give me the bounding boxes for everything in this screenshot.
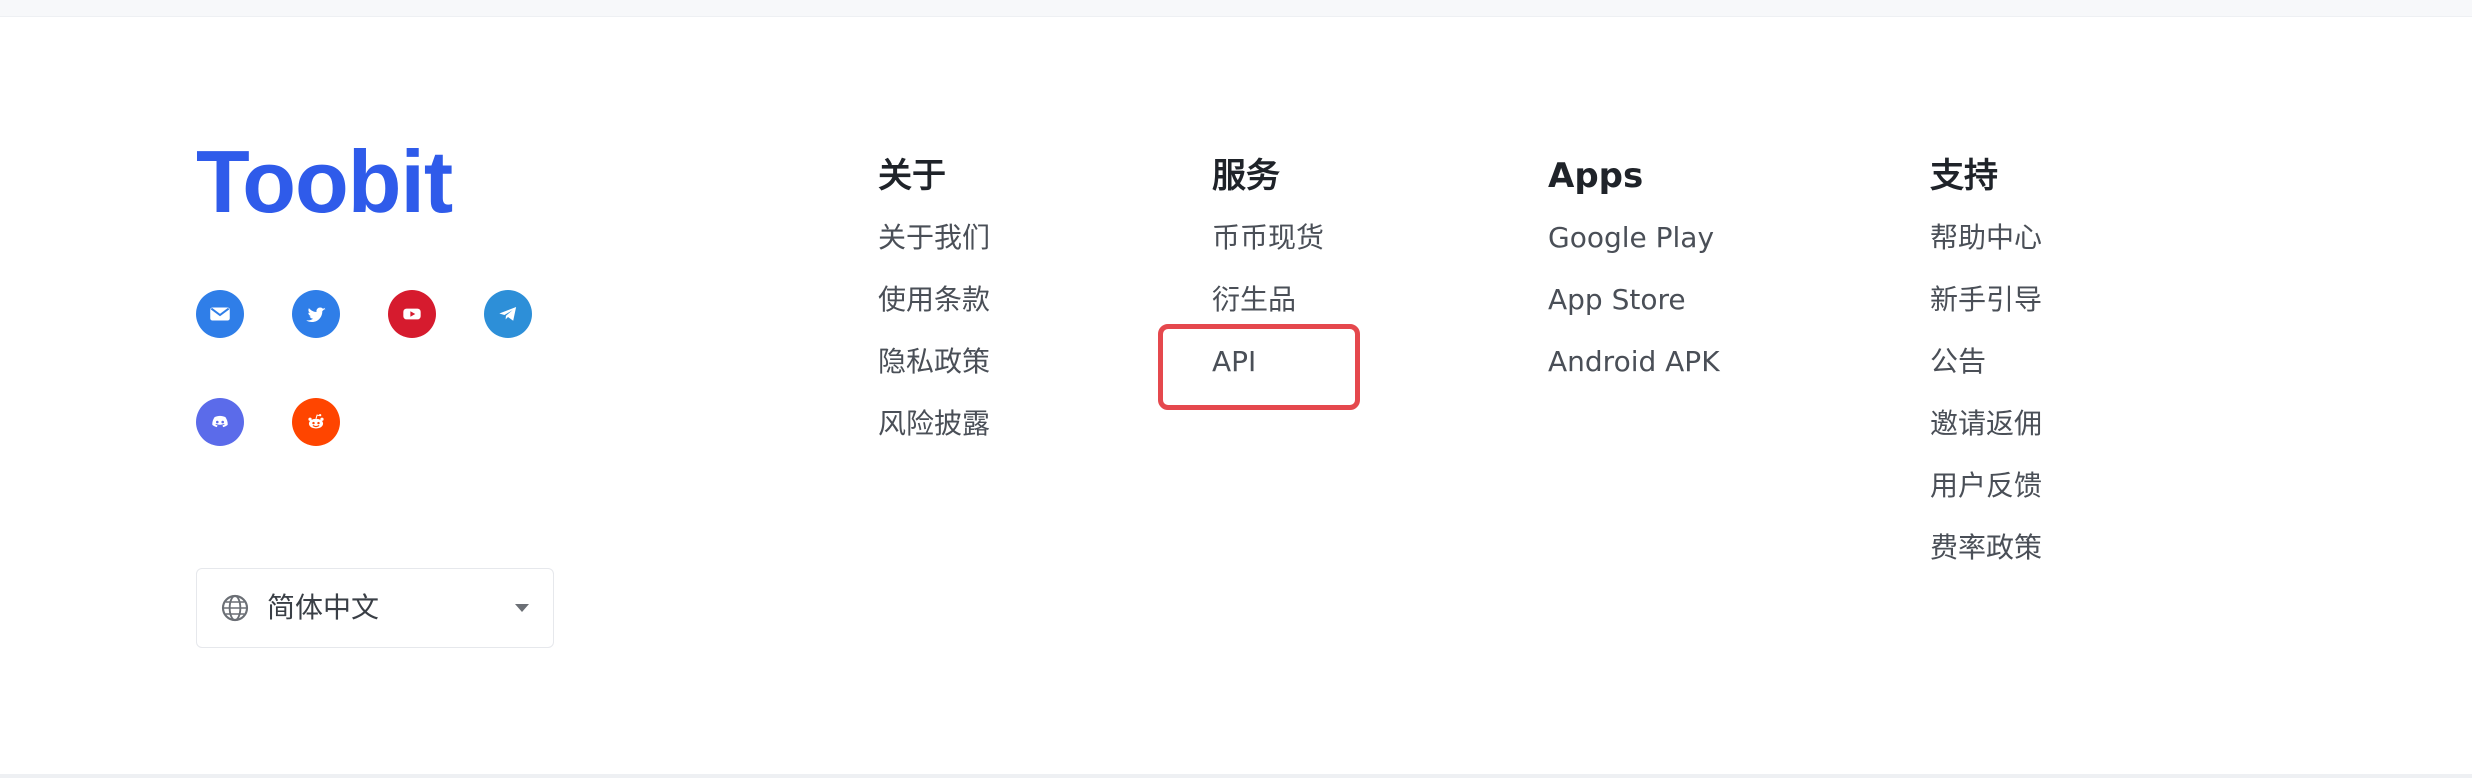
- bottom-divider: [0, 774, 2472, 778]
- footer-col-about: 关于 关于我们 使用条款 隐私政策 风险披露: [878, 156, 990, 444]
- footer-col-services: 服务 币币现货 衍生品 API: [1212, 156, 1324, 382]
- youtube-icon: [403, 308, 421, 320]
- link-risk[interactable]: 风险披露: [878, 404, 990, 444]
- link-android-apk[interactable]: Android APK: [1548, 342, 1720, 382]
- telegram-icon: [499, 306, 517, 321]
- link-beginner-guide[interactable]: 新手引导: [1930, 280, 2042, 320]
- link-feedback[interactable]: 用户反馈: [1930, 466, 2042, 506]
- language-selector[interactable]: 简体中文: [196, 568, 554, 648]
- discord-icon: [212, 415, 228, 428]
- link-derivatives[interactable]: 衍生品: [1212, 280, 1324, 320]
- col-links: 币币现货 衍生品 API: [1212, 218, 1324, 382]
- telegram-icon[interactable]: [484, 290, 532, 338]
- link-announcements[interactable]: 公告: [1930, 342, 2042, 382]
- reddit-icon[interactable]: [292, 398, 340, 446]
- language-label: 简体中文: [267, 591, 380, 624]
- twitter-icon[interactable]: [292, 290, 340, 338]
- twitter-icon: [306, 307, 326, 323]
- link-help-center[interactable]: 帮助中心: [1930, 218, 2042, 258]
- mail-icon: [210, 307, 230, 321]
- reddit-icon: [308, 413, 324, 429]
- col-links: 帮助中心 新手引导 公告 邀请返佣 用户反馈 费率政策: [1930, 218, 2042, 568]
- youtube-icon[interactable]: [388, 290, 436, 338]
- footer-col-apps: Apps Google Play App Store Android APK: [1548, 156, 1720, 382]
- col-title: 服务: [1212, 156, 1280, 196]
- col-title: 关于: [878, 156, 946, 196]
- link-google-play[interactable]: Google Play: [1548, 218, 1720, 258]
- mail-icon[interactable]: [196, 290, 244, 338]
- col-links: 关于我们 使用条款 隐私政策 风险披露: [878, 218, 990, 444]
- link-privacy[interactable]: 隐私政策: [878, 342, 990, 382]
- link-terms[interactable]: 使用条款: [878, 280, 990, 320]
- discord-icon[interactable]: [196, 398, 244, 446]
- chevron-down-icon: [515, 604, 529, 612]
- globe-icon: [221, 594, 249, 622]
- social-links: [196, 290, 716, 460]
- col-title: 支持: [1930, 156, 1998, 196]
- col-links: Google Play App Store Android APK: [1548, 218, 1720, 382]
- link-spot[interactable]: 币币现货: [1212, 218, 1324, 258]
- link-api[interactable]: API: [1212, 342, 1324, 382]
- link-referral[interactable]: 邀请返佣: [1930, 404, 2042, 444]
- col-title: Apps: [1548, 156, 1644, 196]
- link-about-us[interactable]: 关于我们: [878, 218, 990, 258]
- brand-logo[interactable]: Toobit: [196, 138, 453, 226]
- link-fees[interactable]: 费率政策: [1930, 528, 2042, 568]
- link-app-store[interactable]: App Store: [1548, 280, 1720, 320]
- site-footer: Toobit 简体中文 关于 关于我们 使用条款 隐私政策 风险披露 服务 币币…: [0, 0, 2472, 778]
- footer-col-support: 支持 帮助中心 新手引导 公告 邀请返佣 用户反馈 费率政策: [1930, 156, 2042, 568]
